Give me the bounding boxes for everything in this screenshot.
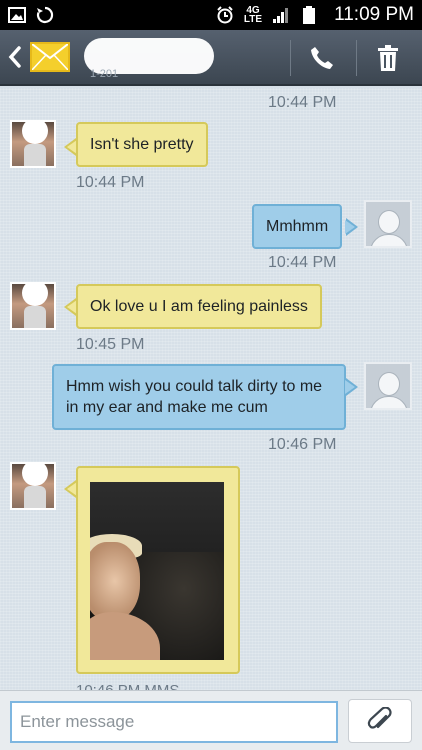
message-timestamp: 10:44 PM bbox=[268, 94, 337, 111]
sync-icon bbox=[36, 6, 54, 24]
message-input[interactable] bbox=[10, 701, 338, 743]
header-divider bbox=[290, 40, 291, 76]
incoming-message[interactable]: Ok love u I am feeling painless bbox=[76, 284, 322, 329]
outgoing-message[interactable]: Hmm wish you could talk dirty to me in m… bbox=[52, 364, 346, 430]
incoming-message[interactable]: Isn't she pretty bbox=[76, 122, 208, 167]
message-timestamp: 10:46 PM bbox=[268, 436, 337, 453]
my-avatar bbox=[364, 362, 412, 410]
message-timestamp: 10:44 PM bbox=[268, 254, 337, 271]
header-divider bbox=[356, 40, 357, 76]
delete-button[interactable] bbox=[358, 30, 418, 86]
contact-envelope-icon[interactable] bbox=[30, 42, 70, 72]
contact-avatar[interactable] bbox=[10, 462, 56, 510]
attach-button[interactable] bbox=[348, 699, 412, 743]
image-notification-icon bbox=[8, 7, 26, 23]
chevron-left-icon bbox=[8, 46, 21, 68]
back-button[interactable] bbox=[0, 29, 26, 85]
contact-avatar[interactable] bbox=[10, 120, 56, 168]
message-timestamp: 10:46 PM MMS bbox=[76, 682, 179, 690]
paperclip-icon bbox=[367, 707, 392, 729]
contact-avatar[interactable] bbox=[10, 282, 56, 330]
battery-icon bbox=[300, 6, 318, 24]
contact-number: 1-201 bbox=[90, 68, 119, 80]
bubble-tail bbox=[345, 218, 358, 236]
conversation-header: 1-201 bbox=[0, 30, 422, 86]
message-composer bbox=[0, 690, 422, 750]
message-timestamp: 10:44 PM bbox=[76, 174, 145, 191]
status-left bbox=[8, 6, 54, 24]
phone-icon bbox=[311, 47, 333, 69]
bubble-tail bbox=[345, 378, 358, 396]
mms-photo[interactable] bbox=[90, 482, 224, 660]
conversation-thread[interactable]: 10:44 PM Isn't she pretty 10:44 PM Mmhmm… bbox=[0, 88, 422, 690]
outgoing-message[interactable]: Mmhmm bbox=[252, 204, 343, 249]
status-time: 11:09 PM bbox=[334, 4, 414, 25]
trash-icon bbox=[378, 45, 398, 71]
alarm-icon bbox=[216, 6, 234, 24]
bubble-tail bbox=[64, 480, 77, 498]
my-avatar bbox=[364, 200, 412, 248]
network-type: 4G LTE bbox=[243, 5, 263, 25]
call-button[interactable] bbox=[292, 30, 352, 86]
status-bar: 4G LTE 11:09 PM bbox=[0, 0, 422, 30]
message-timestamp: 10:45 PM bbox=[76, 336, 145, 353]
signal-icon bbox=[272, 7, 290, 23]
bubble-tail bbox=[64, 298, 77, 316]
bubble-tail bbox=[64, 138, 77, 156]
status-right: 4G LTE 11:09 PM bbox=[216, 4, 414, 26]
mms-message[interactable] bbox=[76, 466, 240, 674]
